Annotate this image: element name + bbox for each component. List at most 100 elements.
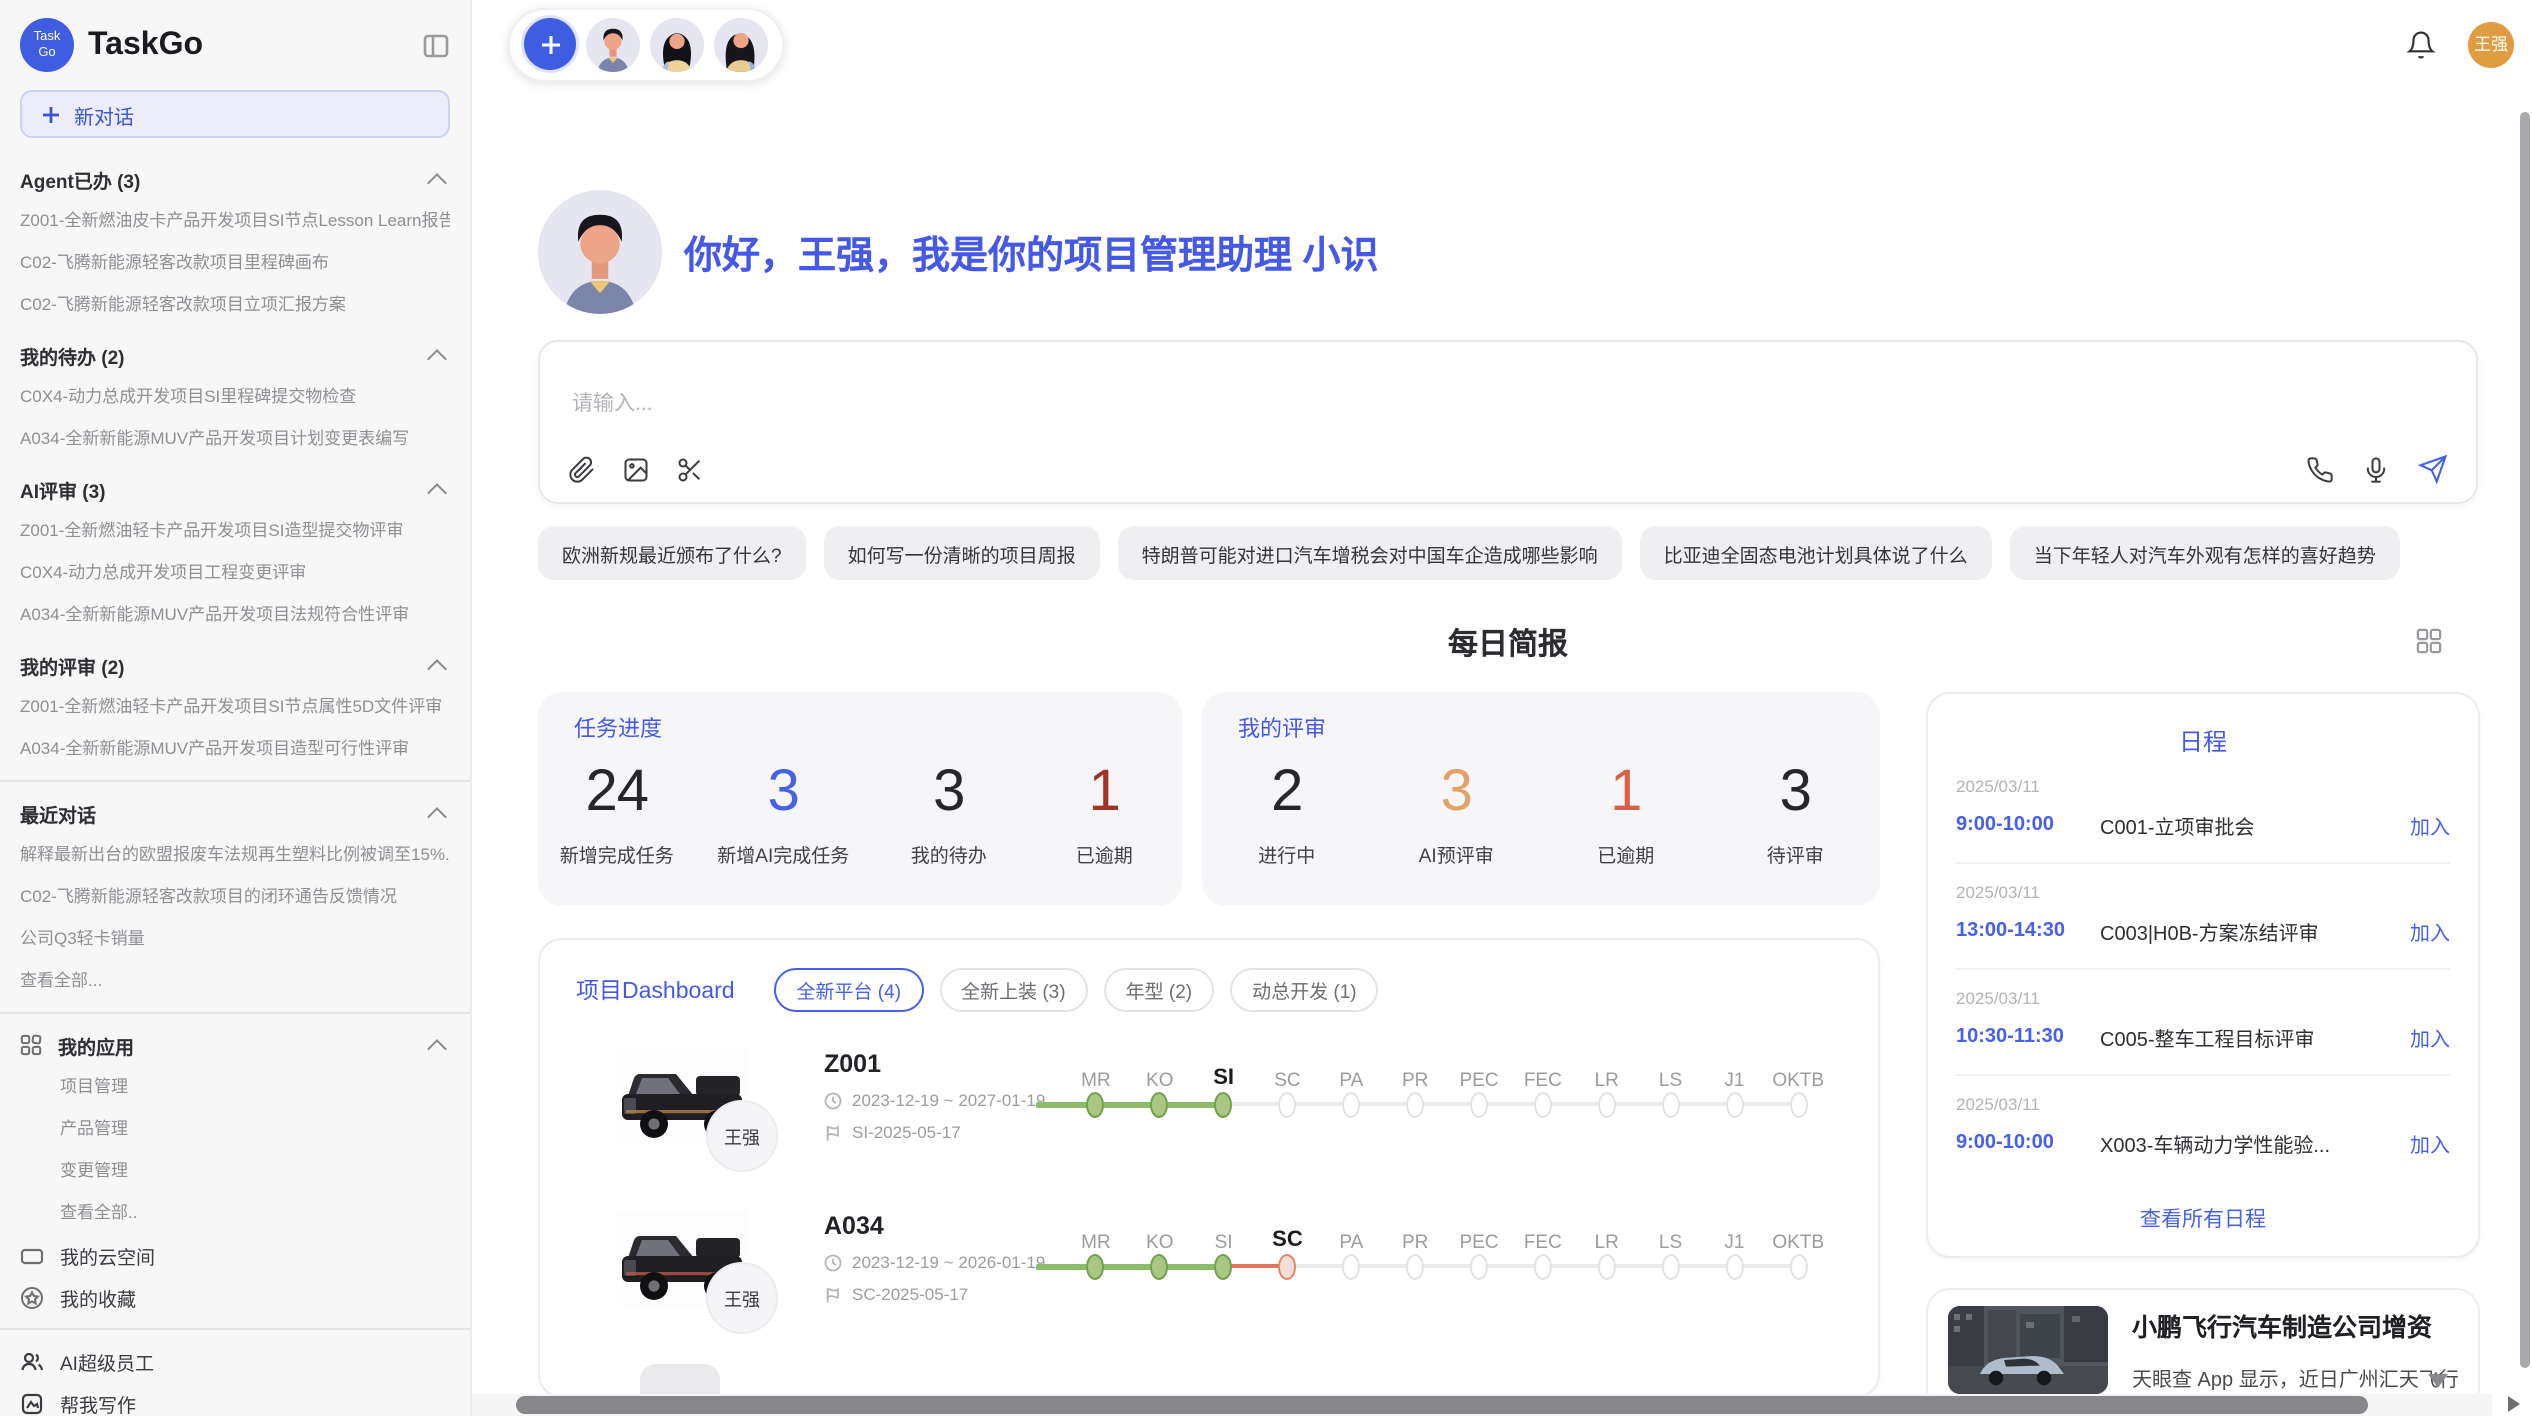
layout-grid-icon[interactable] [2416, 628, 2442, 654]
project-dates: 2023-12-19 ~ 2026-01-19 [824, 1252, 1064, 1272]
suggestion-chip[interactable]: 当下年轻人对汽车外观有怎样的喜好趋势 [2010, 526, 2400, 580]
sidebar-item-favorites[interactable]: 我的收藏 [20, 1276, 450, 1318]
sidebar-section-recent[interactable]: 最近对话 [20, 792, 450, 834]
sidebar-item[interactable]: Z001-全新燃油轻卡产品开发项目SI节点属性5D文件评审 [20, 686, 450, 728]
join-link[interactable]: 加入 [2410, 1128, 2450, 1158]
project-owner-badge: 王强 [706, 1262, 778, 1334]
milestone-label: FEC [1524, 1233, 1562, 1252]
phone-icon[interactable] [2306, 455, 2334, 483]
agent-avatar[interactable] [586, 17, 640, 71]
app-item[interactable]: 查看全部.. [20, 1192, 450, 1234]
app-item[interactable]: 项目管理 [20, 1066, 450, 1108]
sidebar-item[interactable]: Z001-全新燃油皮卡产品开发项目SI节点Lesson Learn报告 [20, 200, 450, 242]
help-write-label: 帮我写作 [60, 1389, 136, 1416]
milestone-dot-pending [1725, 1092, 1743, 1118]
send-icon[interactable] [2418, 454, 2448, 484]
greeting-block: 你好，王强，我是你的项目管理助理 小识 [538, 190, 2478, 314]
app-logo: Task Go [20, 18, 74, 72]
suggestion-chip[interactable]: 特朗普可能对进口汽车增税会对中国车企造成哪些影响 [1118, 526, 1622, 580]
join-link[interactable]: 加入 [2410, 916, 2450, 946]
horizontal-scrollbar-track[interactable] [472, 1394, 2492, 1416]
sidebar-group-title: 我的待办 (2) [20, 341, 125, 369]
join-link[interactable]: 加入 [2410, 1022, 2450, 1052]
stat-label: 已逾期 [1570, 840, 1682, 868]
paperclip-icon[interactable] [568, 456, 596, 484]
sidebar-item[interactable]: Z001-全新燃油轻卡产品开发项目SI造型提交物评审 [20, 510, 450, 552]
sidebar-group-header[interactable]: AI评审 (3) [20, 468, 450, 510]
project-photo: 王强 [616, 1046, 748, 1146]
sidebar-item[interactable]: C0X4-动力总成开发项目SI里程碑提交物检查 [20, 376, 450, 418]
sidebar-group-title: Agent已办 (3) [20, 165, 140, 193]
new-chat-button[interactable]: 新对话 [20, 90, 450, 138]
event-time: 13:00-14:30 [1956, 920, 2100, 942]
milestone-label: PEC [1459, 1071, 1498, 1090]
milestone-timeline: MRKOSISCPAPRPECFECLRLSJ1OKTB [1064, 1220, 1830, 1312]
project-row[interactable]: 王强 A034 2023-12-19 ~ 2026-01-19 [576, 1208, 1878, 1312]
horizontal-scrollbar-thumb[interactable] [516, 1396, 2368, 1414]
microphone-icon[interactable] [2362, 455, 2390, 483]
suggestion-chip[interactable]: 如何写一份清晰的项目周报 [824, 526, 1100, 580]
scissors-icon[interactable] [676, 456, 704, 484]
milestone-dot-pending [1662, 1254, 1680, 1280]
suggestion-chip[interactable]: 欧洲新规最近颁布了什么? [538, 526, 806, 580]
add-agent-button[interactable] [524, 18, 576, 70]
sidebar-group-header[interactable]: 我的待办 (2) [20, 334, 450, 376]
sidebar-item[interactable]: A034-全新新能源MUV产品开发项目造型可行性评审 [20, 728, 450, 770]
stat-value: 3 [893, 762, 1005, 824]
dashboard-title: 项目Dashboard [576, 974, 735, 1006]
milestone-dot-pending [1342, 1254, 1360, 1280]
notification-bell-icon[interactable] [2406, 29, 2436, 59]
milestone-label: PR [1402, 1233, 1428, 1252]
dashboard-tab[interactable]: 动总开发 (1) [1230, 968, 1379, 1012]
user-avatar[interactable]: 王强 [2468, 21, 2514, 67]
plus-icon [42, 105, 60, 123]
sidebar-group-header[interactable]: Agent已办 (3) [20, 158, 450, 200]
milestone-dot-pending [1725, 1254, 1743, 1280]
chevron-up-icon [427, 482, 447, 502]
suggestion-chip[interactable]: 比亚迪全固态电池计划具体说了什么 [1640, 526, 1992, 580]
sidebar-item-ai-employee[interactable]: AI超级员工 [20, 1340, 450, 1382]
image-icon[interactable] [622, 456, 650, 484]
agent-avatar[interactable] [650, 17, 704, 71]
sidebar-item[interactable]: C02-飞腾新能源轻客改款项目立项汇报方案 [20, 284, 450, 326]
recent-conversation-item[interactable]: 查看全部... [20, 960, 450, 1002]
sidebar-item-cloud-space[interactable]: 我的云空间 [20, 1234, 450, 1276]
view-all-schedule-link[interactable]: 查看所有日程 [1928, 1204, 2478, 1234]
message-composer[interactable] [538, 340, 2478, 504]
agent-avatar[interactable] [714, 17, 768, 71]
app-item[interactable]: 变更管理 [20, 1150, 450, 1192]
avatar-man-icon [538, 190, 662, 314]
scroll-right-arrow-icon[interactable] [2508, 1396, 2520, 1412]
milestone-label: OKTB [1772, 1071, 1824, 1090]
stat-item: 24新增完成任务 [560, 762, 674, 868]
sidebar-item[interactable]: A034-全新新能源MUV产品开发项目法规符合性评审 [20, 594, 450, 636]
dashboard-tab[interactable]: 全新平台 (4) [775, 968, 924, 1012]
write-icon [20, 1391, 44, 1415]
stat-label: 进行中 [1231, 840, 1343, 868]
vertical-scrollbar-thumb[interactable] [2520, 112, 2530, 1368]
milestone-label: PA [1339, 1233, 1363, 1252]
schedule-event: 2025/03/119:00-10:00X003-车辆动力学性能验...加入 [1956, 1076, 2450, 1180]
sidebar-section-apps[interactable]: 我的应用 [20, 1024, 450, 1066]
dashboard-tab[interactable]: 全新上装 (3) [939, 968, 1088, 1012]
sidebar-item[interactable]: A034-全新新能源MUV产品开发项目计划变更表编写 [20, 418, 450, 460]
scroll-down-arrow-icon[interactable] [2428, 1374, 2448, 1388]
sidebar-item[interactable]: C02-飞腾新能源轻客改款项目里程碑画布 [20, 242, 450, 284]
divider [0, 1012, 470, 1014]
stat-item: 3待评审 [1739, 762, 1851, 868]
sidebar-item-help-write[interactable]: 帮我写作 [20, 1382, 450, 1416]
dashboard-tab[interactable]: 年型 (2) [1104, 968, 1215, 1012]
recent-conversation-item[interactable]: 公司Q3轻卡销量 [20, 918, 450, 960]
recent-conversation-item[interactable]: 解释最新出台的欧盟报废车法规再生塑料比例被调至15%... [20, 834, 450, 876]
stat-label: 新增完成任务 [560, 840, 674, 868]
recent-conversation-item[interactable]: C02-飞腾新能源轻客改款项目的闭环通告反馈情况 [20, 876, 450, 918]
project-row[interactable]: 王强 Z001 2023-12-19 ~ 2027-01-19 [576, 1046, 1878, 1150]
chat-input[interactable] [568, 390, 2036, 418]
stat-item: 1已逾期 [1048, 762, 1160, 868]
sidebar-group-title: 我的评审 (2) [20, 651, 125, 679]
app-item[interactable]: 产品管理 [20, 1108, 450, 1150]
sidebar-group-header[interactable]: 我的评审 (2) [20, 644, 450, 686]
sidebar-collapse-icon[interactable] [422, 31, 450, 59]
join-link[interactable]: 加入 [2410, 810, 2450, 840]
sidebar-item[interactable]: C0X4-动力总成开发项目工程变更评审 [20, 552, 450, 594]
